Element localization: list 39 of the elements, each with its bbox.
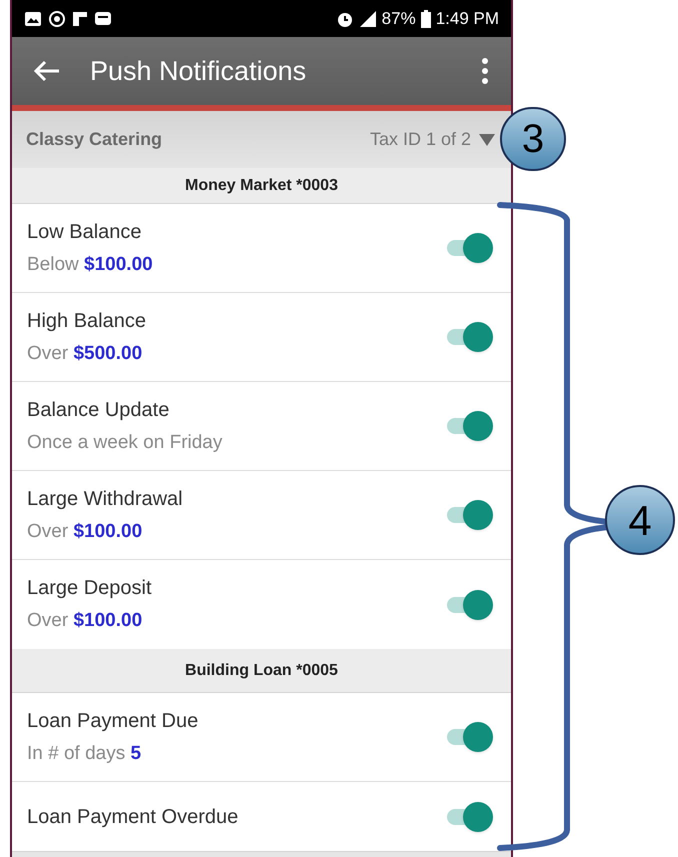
- alert-row[interactable]: Large Withdrawal Over $100.00: [12, 471, 511, 560]
- alert-condition: Over $100.00: [27, 609, 144, 634]
- account-title: Building Loan *0005: [185, 660, 338, 680]
- alert-title: Loan Payment Due: [27, 708, 198, 734]
- alert-condition: Once a week on Friday: [27, 430, 222, 455]
- callout-badge: 4: [605, 485, 675, 555]
- account-bar[interactable]: Classy Catering Tax ID 1 of 2: [12, 111, 511, 168]
- account-title: Money Market *0003: [185, 176, 338, 196]
- battery-icon: [420, 10, 431, 28]
- alert-row[interactable]: Loan Payment Overdue: [12, 782, 511, 851]
- alert-row[interactable]: High Balance Over $500.00: [12, 293, 511, 382]
- alert-condition: Over $100.00: [27, 520, 144, 544]
- dropdown-caret-icon[interactable]: [479, 134, 495, 146]
- alert-title: High Balance: [27, 308, 146, 334]
- tax-id-label: Tax ID 1 of 2: [370, 128, 471, 151]
- circle-icon: [48, 10, 66, 28]
- alert-title: Large Withdrawal: [27, 486, 183, 512]
- screen-title: Push Notifications: [90, 54, 308, 88]
- more-menu-icon[interactable]: [481, 58, 489, 84]
- battery-level: 87%: [382, 8, 416, 30]
- alert-condition: In # of days 5: [27, 742, 142, 766]
- business-name: Classy Catering: [26, 128, 162, 151]
- callout-badge: 3: [500, 107, 566, 171]
- alert-row[interactable]: Loan Payment Due In # of days 5: [12, 693, 511, 782]
- back-arrow-icon[interactable]: [34, 60, 60, 82]
- alert-title: Low Balance: [27, 220, 143, 245]
- alert-title: Large Deposit: [27, 576, 152, 602]
- alert-title: Loan Payment Overdue: [27, 804, 238, 830]
- image-icon: [24, 10, 42, 26]
- alert-condition: Over $500.00: [27, 342, 144, 366]
- chat-icon: [94, 10, 114, 28]
- alert-condition: Below $100.00: [27, 252, 153, 277]
- alert-row[interactable]: Low Balance Below $100.00: [12, 204, 511, 293]
- alert-row[interactable]: Large Deposit Over $100.00: [12, 560, 511, 649]
- alert-title: Balance Update: [27, 398, 170, 423]
- alert-row[interactable]: Balance Update Once a week on Friday: [12, 382, 511, 471]
- signal-icon: [358, 10, 377, 28]
- flag-icon: [72, 10, 88, 26]
- clock-time: 1:49 PM: [436, 8, 499, 30]
